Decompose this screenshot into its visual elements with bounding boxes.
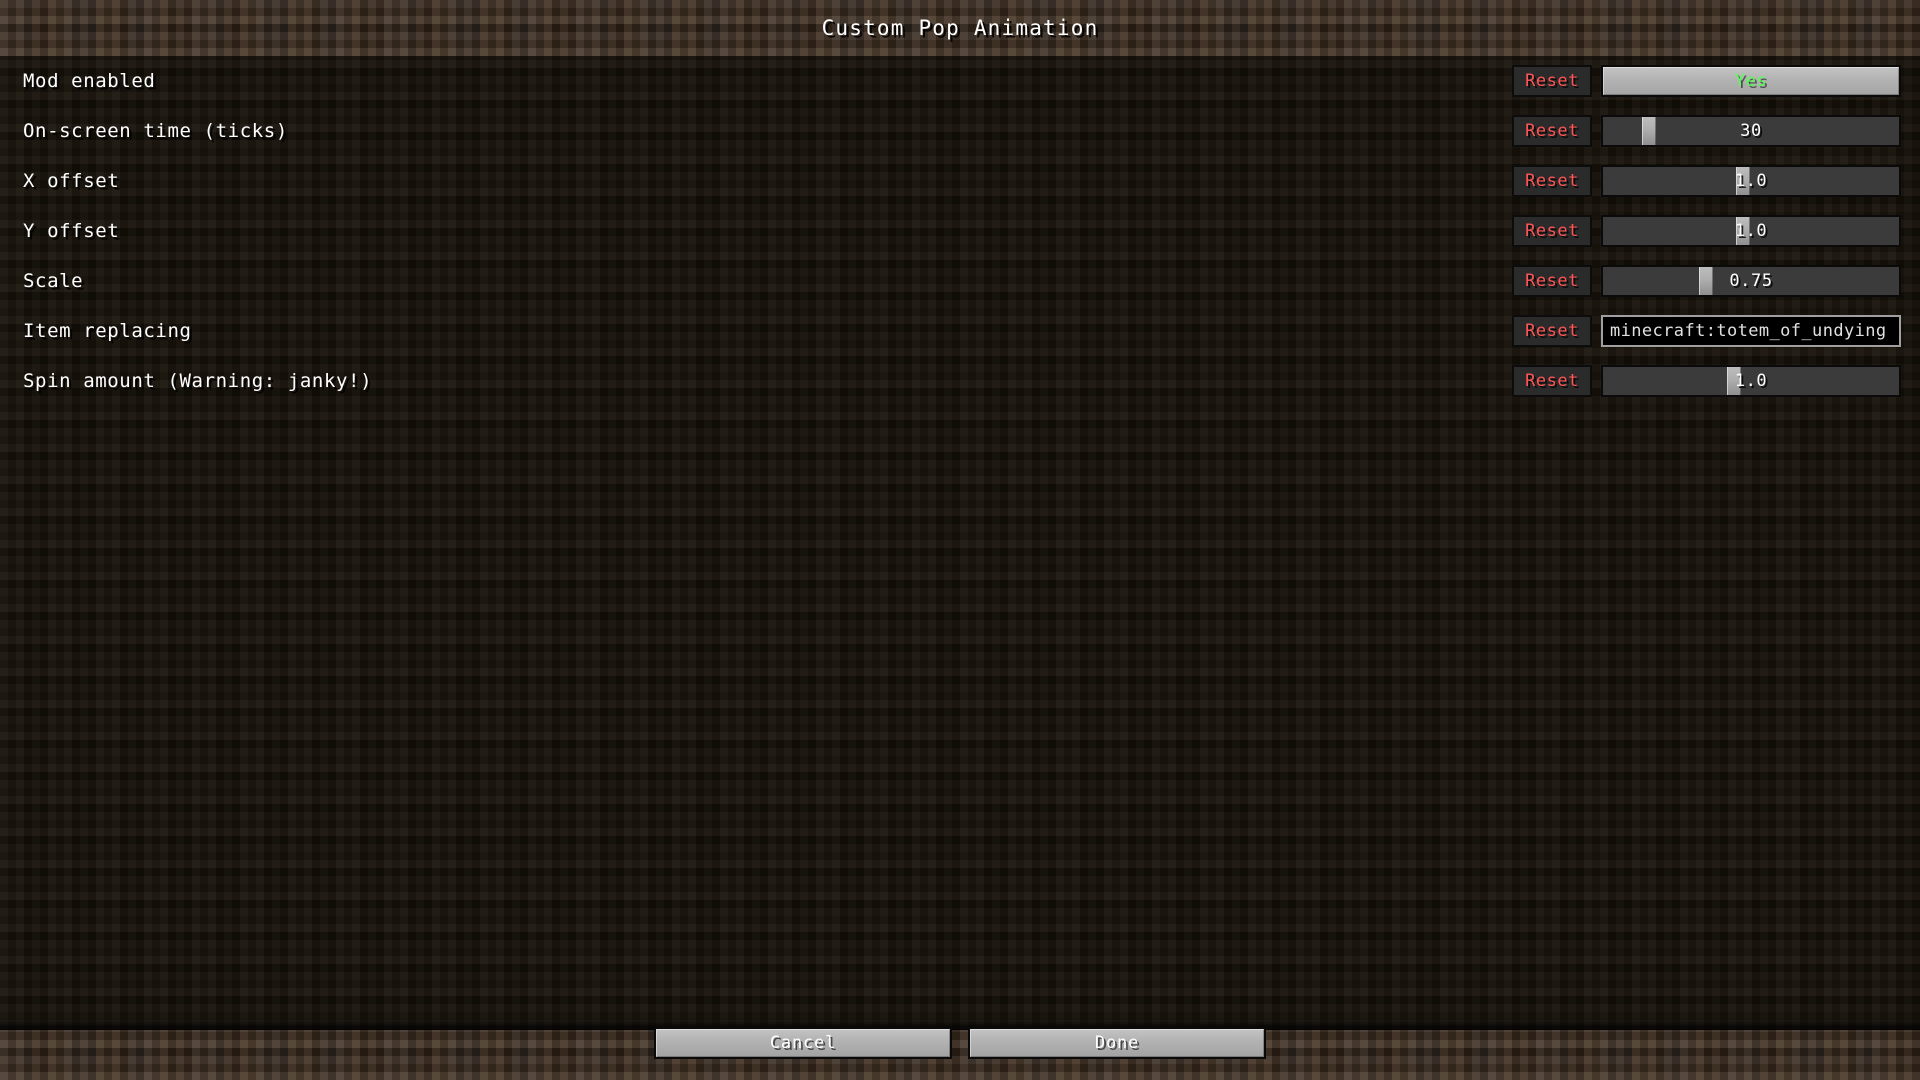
slider[interactable]: 1.0 [1601,215,1901,247]
footer-bar [0,1028,1920,1080]
minecraft-config-screen: Custom Pop Animation Mod enabled Reset Yes… [0,0,1920,1080]
reset-button[interactable]: Reset [1512,315,1592,347]
option-row: X offset Reset 1.0 [0,156,1920,206]
slider-value: 0.75 [1729,271,1773,291]
slider-value: 30 [1740,121,1762,141]
reset-button[interactable]: Reset [1512,365,1592,397]
reset-button[interactable]: Reset [1512,65,1592,97]
slider[interactable]: 1.0 [1601,165,1901,197]
option-row: Mod enabled Reset Yes [0,56,1920,106]
option-label: X offset [23,170,120,192]
reset-button[interactable]: Reset [1512,115,1592,147]
done-button[interactable]: Done [968,1027,1266,1059]
reset-button[interactable]: Reset [1512,215,1592,247]
slider-value: 1.0 [1734,221,1768,241]
options-list: Mod enabled Reset Yes On-screen time (ticks… [0,56,1920,406]
option-label: Y offset [23,220,120,242]
option-label: Mod enabled [23,70,156,92]
options-panel: Mod enabled Reset Yes On-screen time (ticks… [0,56,1920,1028]
page-title: Custom Pop Animation [821,16,1099,40]
slider-value: 1.0 [1734,171,1768,191]
item-id-input[interactable]: minecraft:totem_of_undying [1601,315,1901,347]
cancel-button[interactable]: Cancel [654,1027,952,1059]
slider-value: 1.0 [1734,371,1768,391]
reset-button[interactable]: Reset [1512,165,1592,197]
option-row: Item replacing Reset minecraft:totem_of_un… [0,306,1920,356]
option-row: Scale Reset 0.75 [0,256,1920,306]
reset-button[interactable]: Reset [1512,265,1592,297]
option-label: On-screen time (ticks) [23,120,288,142]
item-id-value: minecraft:totem_of_undying [1610,321,1887,341]
option-label: Spin amount (Warning: janky!) [23,370,373,392]
slider[interactable]: 0.75 [1601,265,1901,297]
option-label: Scale [23,270,84,292]
slider[interactable]: 1.0 [1601,365,1901,397]
option-row: On-screen time (ticks) Reset 30 [0,106,1920,156]
option-row: Spin amount (Warning: janky!) Reset 1.0 [0,356,1920,406]
option-row: Y offset Reset 1.0 [0,206,1920,256]
slider[interactable]: 30 [1601,115,1901,147]
toggle-value: Yes [1734,71,1768,91]
toggle-button[interactable]: Yes [1601,65,1901,97]
option-label: Item replacing [23,320,192,342]
